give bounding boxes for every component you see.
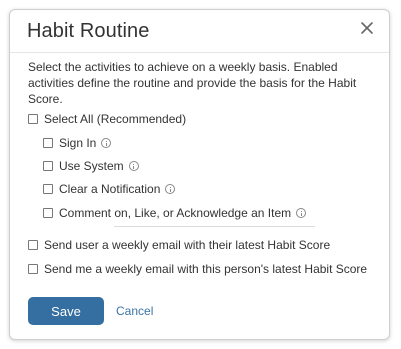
sign-in-checkbox[interactable] [43, 138, 53, 148]
clear-notification-label: Clear a Notification [59, 182, 161, 196]
email-me-checkbox[interactable] [28, 264, 38, 274]
dialog-description: Select the activities to achieve on a we… [28, 60, 357, 106]
use-system-checkbox[interactable] [43, 161, 53, 171]
activity-sign-in[interactable]: Sign In [43, 135, 112, 151]
email-user-checkbox[interactable] [28, 240, 38, 250]
select-all-label: Select All (Recommended) [44, 112, 187, 126]
close-icon[interactable] [358, 19, 376, 37]
comment-like-checkbox[interactable] [43, 208, 53, 218]
email-me-option[interactable]: Send me a weekly email with this person'… [28, 261, 367, 277]
email-user-label: Send user a weekly email with their late… [44, 238, 331, 252]
info-icon[interactable] [101, 138, 112, 148]
activity-comment-like[interactable]: Comment on, Like, or Acknowledge an Item [43, 205, 307, 221]
dialog-title: Habit Routine [27, 20, 150, 42]
save-button[interactable]: Save [28, 297, 104, 325]
select-all-checkbox[interactable] [28, 114, 38, 124]
habit-routine-dialog: Habit Routine Select the activities to a… [9, 9, 390, 340]
email-me-label: Send me a weekly email with this person'… [44, 262, 368, 276]
cancel-link[interactable]: Cancel [116, 304, 153, 318]
info-icon[interactable] [296, 208, 307, 218]
options-divider [114, 226, 315, 227]
activity-use-system[interactable]: Use System [43, 158, 139, 174]
comment-like-label: Comment on, Like, or Acknowledge an Item [59, 206, 292, 220]
info-icon[interactable] [165, 184, 176, 194]
sign-in-label: Sign In [59, 136, 97, 150]
email-user-option[interactable]: Send user a weekly email with their late… [28, 237, 330, 253]
clear-notification-checkbox[interactable] [43, 184, 53, 194]
select-all-option[interactable]: Select All (Recommended) [28, 111, 186, 127]
activity-clear-notification[interactable]: Clear a Notification [43, 181, 176, 197]
use-system-label: Use System [59, 159, 124, 173]
header-divider [10, 52, 389, 53]
info-icon[interactable] [128, 161, 139, 171]
